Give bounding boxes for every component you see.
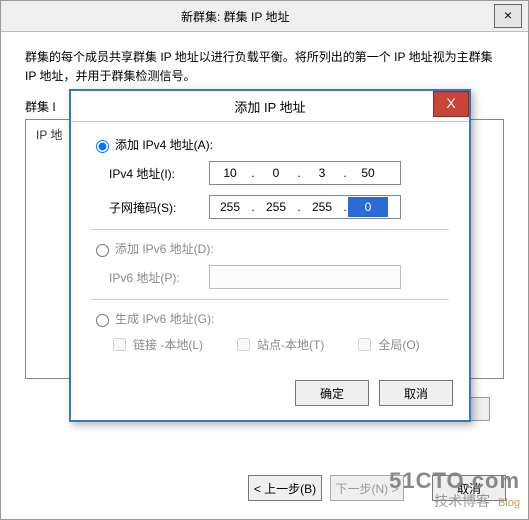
dialog-button-row: 确定 取消 — [71, 368, 469, 420]
chk-site-local-input — [237, 338, 250, 351]
ipv6-address-input — [209, 265, 401, 289]
radio-add-ipv4[interactable]: 添加 IPv4 地址(A): — [91, 136, 449, 153]
ipv4-address-row: IPv4 地址(I): . . . — [109, 161, 449, 185]
radio-add-ipv6-label: 添加 IPv6 地址(D): — [115, 240, 214, 257]
subnet-octet-3[interactable] — [302, 197, 342, 217]
chk-global-input — [358, 338, 371, 351]
dialog-body: 添加 IPv4 地址(A): IPv4 地址(I): . . . 子网掩码(S)… — [71, 122, 469, 368]
dialog-close-button[interactable]: X — [433, 91, 469, 117]
dialog-titlebar: 添加 IP 地址 X — [71, 91, 469, 122]
wizard-cancel-button[interactable]: 取消 — [432, 475, 506, 501]
radio-generate-ipv6-input[interactable] — [96, 314, 109, 327]
separator-2 — [91, 299, 449, 300]
wizard-footer: < 上一步(B) 下一步(N) > 取消 — [1, 475, 528, 501]
chk-link-local-label: 链接 -本地(L) — [133, 336, 203, 353]
ipv4-octet-3[interactable] — [302, 163, 342, 183]
next-button: 下一步(N) > — [330, 475, 404, 501]
subnet-octet-4[interactable] — [348, 197, 388, 217]
ipv6-address-label: IPv6 地址(P): — [109, 269, 209, 286]
radio-generate-ipv6-label: 生成 IPv6 地址(G): — [115, 310, 214, 327]
ipv6-scope-row: 链接 -本地(L) 站点-本地(T) 全局(O) — [109, 335, 449, 354]
ipv4-octet-1[interactable] — [210, 163, 250, 183]
chk-link-local: 链接 -本地(L) — [109, 335, 203, 354]
chk-global: 全局(O) — [354, 335, 419, 354]
chk-global-label: 全局(O) — [378, 336, 419, 353]
ipv6-address-row: IPv6 地址(P): — [109, 265, 449, 289]
radio-add-ipv4-label: 添加 IPv4 地址(A): — [115, 136, 213, 153]
chk-site-local: 站点-本地(T) — [233, 335, 324, 354]
radio-add-ipv6-input[interactable] — [96, 244, 109, 257]
back-button[interactable]: < 上一步(B) — [248, 475, 322, 501]
dialog-title: 添加 IP 地址 — [234, 97, 305, 116]
ipv4-address-input[interactable]: . . . — [209, 161, 401, 185]
subnet-mask-input[interactable]: . . . — [209, 195, 401, 219]
ipv4-octet-4[interactable] — [348, 163, 388, 183]
ipv4-octet-2[interactable] — [256, 163, 296, 183]
wizard-titlebar: 新群集: 群集 IP 地址 × — [1, 1, 528, 32]
cancel-button[interactable]: 取消 — [379, 380, 453, 406]
radio-add-ipv4-input[interactable] — [96, 140, 109, 153]
subnet-mask-row: 子网掩码(S): . . . — [109, 195, 449, 219]
add-ip-dialog: 添加 IP 地址 X 添加 IPv4 地址(A): IPv4 地址(I): . … — [69, 89, 471, 422]
subnet-mask-label: 子网掩码(S): — [109, 199, 209, 216]
radio-generate-ipv6[interactable]: 生成 IPv6 地址(G): — [91, 310, 449, 327]
wizard-close-button[interactable]: × — [494, 4, 522, 28]
subnet-octet-2[interactable] — [256, 197, 296, 217]
listbox-column-header: IP 地 — [36, 128, 62, 142]
subnet-octet-1[interactable] — [210, 197, 250, 217]
separator-1 — [91, 229, 449, 230]
chk-link-local-input — [113, 338, 126, 351]
radio-add-ipv6[interactable]: 添加 IPv6 地址(D): — [91, 240, 449, 257]
chk-site-local-label: 站点-本地(T) — [257, 336, 324, 353]
wizard-title: 新群集: 群集 IP 地址 — [181, 8, 289, 25]
wizard-description: 群集的每个成员共享群集 IP 地址以进行负载平衡。将所列出的第一个 IP 地址视… — [25, 48, 504, 86]
ok-button[interactable]: 确定 — [295, 380, 369, 406]
wizard-window: 新群集: 群集 IP 地址 × 群集的每个成员共享群集 IP 地址以进行负载平衡… — [0, 0, 529, 520]
ipv4-address-label: IPv4 地址(I): — [109, 165, 209, 182]
